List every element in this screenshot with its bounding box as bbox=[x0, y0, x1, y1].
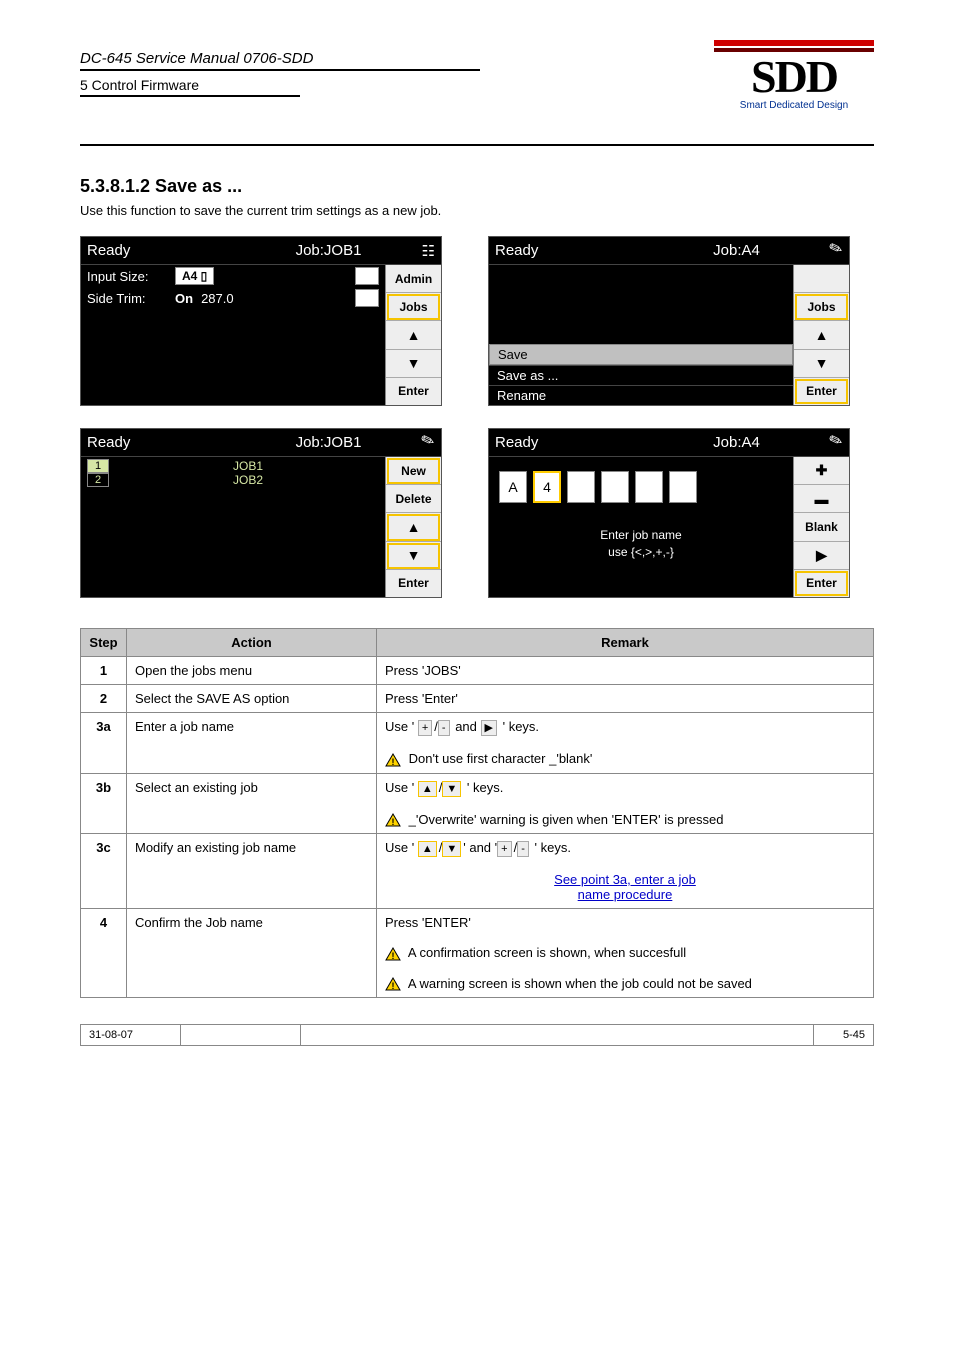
page-icon: ▥ bbox=[355, 267, 379, 285]
warning-icon: ! bbox=[385, 977, 401, 991]
footer-mid bbox=[181, 1025, 301, 1046]
section-heading: 5.3.8.1.2 Save as ... bbox=[80, 176, 874, 197]
char-input[interactable] bbox=[567, 471, 595, 503]
table-row: 3c Modify an existing job name Use ' ▲/▼… bbox=[81, 834, 874, 909]
arrow-up-icon bbox=[407, 327, 421, 343]
side-trim-label: Side Trim: bbox=[87, 291, 175, 306]
char-input[interactable] bbox=[635, 471, 663, 503]
svg-text:!: ! bbox=[392, 757, 395, 767]
char-input[interactable]: A bbox=[499, 471, 527, 503]
char-input[interactable] bbox=[669, 471, 697, 503]
edit-icon: ✎ bbox=[406, 429, 437, 457]
table-row: 3a Enter a job name Use ' +/- and ▶ ' ke… bbox=[81, 713, 874, 774]
section-lead: Use this function to save the current tr… bbox=[80, 203, 874, 218]
svg-text:!: ! bbox=[392, 951, 395, 961]
down-button[interactable] bbox=[386, 350, 441, 378]
menu-rename[interactable]: Rename bbox=[489, 385, 793, 405]
char-input[interactable]: 4 bbox=[533, 471, 561, 503]
doc-title: DC-645 Service Manual 0706-SDD bbox=[80, 50, 480, 71]
input-size-value: A4 ▯ bbox=[175, 267, 214, 285]
up-button[interactable] bbox=[386, 513, 441, 541]
admin-button[interactable]: Admin bbox=[386, 265, 441, 293]
col-action: Action bbox=[127, 629, 377, 657]
menu-save-as[interactable]: Save as ... bbox=[489, 365, 793, 385]
delete-button[interactable]: Delete bbox=[386, 485, 441, 513]
minus-icon bbox=[815, 491, 829, 507]
arrow-up-icon bbox=[815, 327, 829, 343]
arrow-right-icon bbox=[816, 547, 827, 564]
screenshot-job-list: Ready Job:JOB1 ✎ 1 JOB1 2 JOB2 bbox=[80, 428, 442, 598]
side-trim-value: 287.0 bbox=[201, 291, 234, 306]
feed-icon: ☷ bbox=[409, 242, 435, 260]
hint-text: use {<,>,+,-} bbox=[489, 544, 793, 561]
up-button[interactable] bbox=[386, 321, 441, 349]
jobs-button[interactable]: Jobs bbox=[794, 293, 849, 321]
menu-save[interactable]: Save bbox=[489, 344, 793, 365]
warning-icon: ! bbox=[385, 753, 401, 767]
minus-button[interactable] bbox=[794, 485, 849, 513]
screenshot-name-entry: Ready Job:A4 ✎ A 4 Enter job name bbox=[488, 428, 850, 598]
next-button[interactable] bbox=[794, 542, 849, 570]
svg-text:!: ! bbox=[392, 981, 395, 991]
up-button[interactable] bbox=[794, 321, 849, 349]
arrow-down-icon bbox=[407, 355, 421, 371]
job-row[interactable]: 2 JOB2 bbox=[81, 473, 385, 487]
input-size-label: Input Size: bbox=[87, 269, 175, 284]
trim-icon: ≡ bbox=[355, 289, 379, 307]
col-step: Step bbox=[81, 629, 127, 657]
enter-button[interactable]: Enter bbox=[794, 378, 849, 405]
job-title: Job:A4 bbox=[656, 434, 817, 451]
edit-icon: ✎ bbox=[814, 429, 845, 457]
table-row: 1 Open the jobs menu Press 'JOBS' bbox=[81, 657, 874, 685]
down-button[interactable] bbox=[386, 542, 441, 570]
plus-icon bbox=[816, 462, 828, 479]
table-row: 4 Confirm the Job name Press 'ENTER' ! A… bbox=[81, 909, 874, 998]
blank-button bbox=[794, 265, 849, 293]
status-text: Ready bbox=[87, 242, 248, 259]
status-text: Ready bbox=[495, 242, 656, 259]
status-text: Ready bbox=[87, 434, 248, 451]
job-title: Job:JOB1 bbox=[248, 434, 409, 451]
char-input[interactable] bbox=[601, 471, 629, 503]
cross-ref-link[interactable]: See point 3a, enter a job bbox=[554, 872, 696, 887]
steps-table: Step Action Remark 1 Open the jobs menu … bbox=[80, 628, 874, 998]
job-title: Job:A4 bbox=[656, 242, 817, 259]
arrow-down-icon bbox=[407, 547, 421, 563]
table-row: 3b Select an existing job Use ' ▲/▼ ' ke… bbox=[81, 773, 874, 834]
down-button[interactable] bbox=[794, 350, 849, 378]
screenshot-main: Ready Job:JOB1 ☷ Input Size: A4 ▯ ▥ Side… bbox=[80, 236, 442, 406]
job-row[interactable]: 1 JOB1 bbox=[81, 459, 385, 473]
screenshot-jobs-menu: Ready Job:A4 ✎ Save Save as ... Rename J… bbox=[488, 236, 850, 406]
enter-button[interactable]: Enter bbox=[794, 570, 849, 597]
table-row: 2 Select the SAVE AS option Press 'Enter… bbox=[81, 685, 874, 713]
warning-icon: ! bbox=[385, 813, 401, 827]
new-button[interactable]: New bbox=[386, 457, 441, 485]
col-remark: Remark bbox=[377, 629, 874, 657]
cross-ref-link[interactable]: name procedure bbox=[578, 887, 673, 902]
svg-text:!: ! bbox=[392, 817, 395, 827]
edit-icon: ✎ bbox=[814, 237, 845, 265]
footer-spacer bbox=[301, 1025, 814, 1046]
side-trim-on: On bbox=[175, 291, 193, 306]
status-text: Ready bbox=[495, 434, 656, 451]
arrow-down-icon bbox=[815, 355, 829, 371]
chapter-title: 5 Control Firmware bbox=[80, 77, 300, 97]
brand-logo: SDD Smart Dedicated Design bbox=[714, 40, 874, 111]
warning-icon: ! bbox=[385, 947, 401, 961]
enter-button[interactable]: Enter bbox=[386, 570, 441, 597]
job-title: Job:JOB1 bbox=[248, 242, 409, 259]
jobs-button[interactable]: Jobs bbox=[386, 293, 441, 321]
footer-page: 5-45 bbox=[814, 1025, 874, 1046]
plus-button[interactable] bbox=[794, 457, 849, 485]
arrow-up-icon bbox=[407, 519, 421, 535]
blank-button[interactable]: Blank bbox=[794, 513, 849, 541]
enter-button[interactable]: Enter bbox=[386, 378, 441, 405]
footer-date: 31-08-07 bbox=[81, 1025, 181, 1046]
page-footer: 31-08-07 5-45 bbox=[80, 1024, 874, 1046]
hint-text: Enter job name bbox=[489, 527, 793, 544]
